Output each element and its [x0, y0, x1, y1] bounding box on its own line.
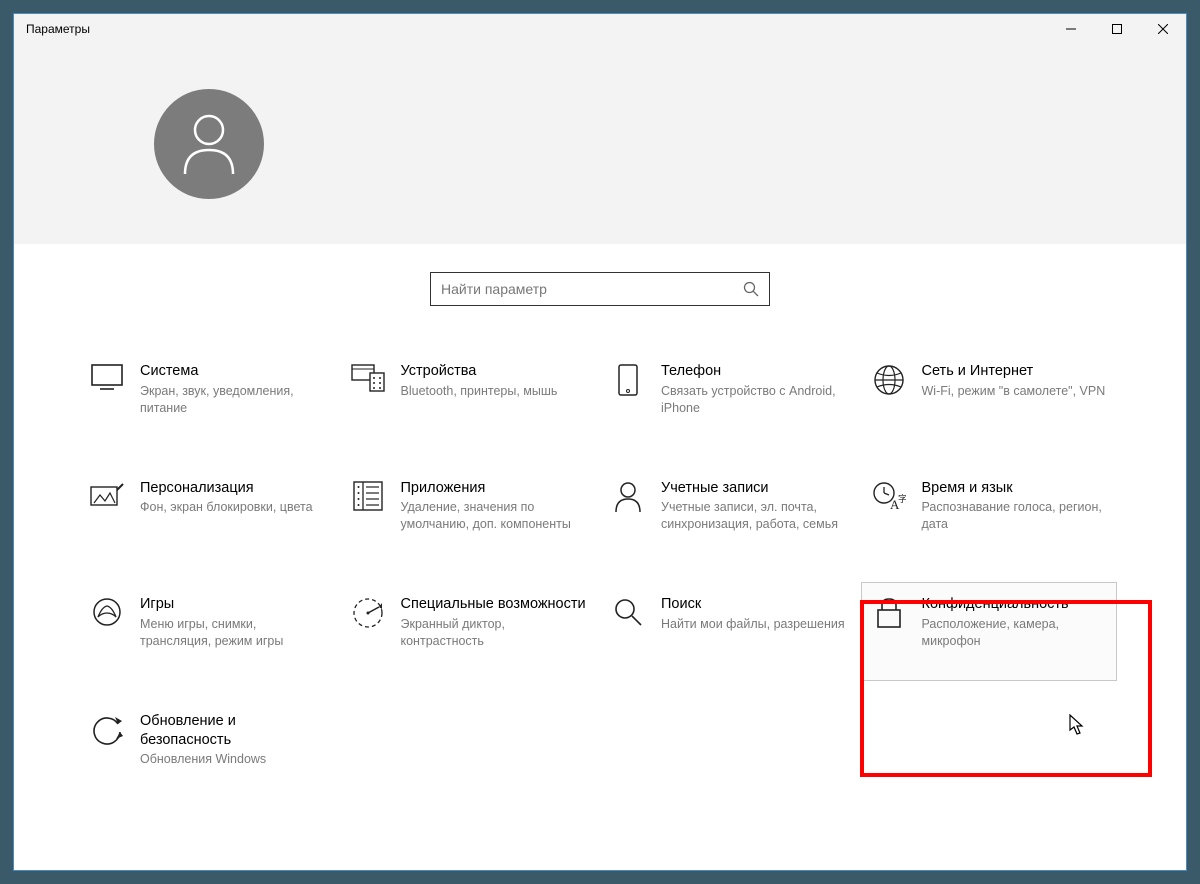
tile-accessibility[interactable]: Специальные возможности Экранный диктор,… [345, 589, 596, 656]
settings-window: Параметры [13, 13, 1187, 871]
update-icon [90, 712, 124, 746]
tile-title: Устройства [401, 362, 590, 381]
user-icon [179, 112, 239, 176]
tile-desc: Расположение, камера, микрофон [922, 616, 1111, 650]
tile-privacy[interactable]: Конфиденциальность Расположение, камера,… [861, 582, 1118, 681]
tile-accounts[interactable]: Учетные записи Учетные записи, эл. почта… [605, 473, 856, 540]
tile-title: Конфиденциальность [922, 595, 1111, 614]
tile-title: Обновление и безопасность [140, 712, 329, 750]
content: Система Экран, звук, уведомления, питани… [14, 316, 1186, 870]
accounts-icon [611, 479, 645, 513]
tile-title: Поиск [661, 595, 850, 614]
tile-title: Система [140, 362, 329, 381]
tile-desc: Обновления Windows [140, 751, 329, 768]
avatar[interactable] [154, 89, 264, 199]
header-area [14, 44, 1186, 244]
tile-desc: Распознавание голоса, регион, дата [922, 499, 1111, 533]
tile-title: Сеть и Интернет [922, 362, 1111, 381]
search-icon [743, 281, 759, 297]
search-row [14, 244, 1186, 316]
tile-time-language[interactable]: A 字 Время и язык Распознавание голоса, р… [866, 473, 1117, 540]
titlebar: Параметры [14, 14, 1186, 44]
search-box[interactable] [430, 272, 770, 306]
tile-search[interactable]: Поиск Найти мои файлы, разрешения [605, 589, 856, 656]
network-icon [872, 362, 906, 396]
time-language-icon: A 字 [872, 479, 906, 513]
tile-desc: Связать устройство с Android, iPhone [661, 383, 850, 417]
privacy-icon [872, 595, 906, 629]
phone-icon [611, 362, 645, 396]
tile-title: Приложения [401, 479, 590, 498]
maximize-button[interactable] [1094, 14, 1140, 44]
tile-desc: Экран, звук, уведомления, питание [140, 383, 329, 417]
search-tile-icon [611, 595, 645, 629]
close-button[interactable] [1140, 14, 1186, 44]
tile-phone[interactable]: Телефон Связать устройство с Android, iP… [605, 356, 856, 423]
tile-gaming[interactable]: Игры Меню игры, снимки, трансляция, режи… [84, 589, 335, 656]
window-controls [1048, 14, 1186, 44]
tile-title: Игры [140, 595, 329, 614]
tile-title: Учетные записи [661, 479, 850, 498]
personalization-icon [90, 479, 124, 513]
tile-network[interactable]: Сеть и Интернет Wi-Fi, режим "в самолете… [866, 356, 1117, 423]
tile-desc: Найти мои файлы, разрешения [661, 616, 850, 633]
tile-title: Специальные возможности [401, 595, 590, 614]
tile-desc: Учетные записи, эл. почта, синхронизация… [661, 499, 850, 533]
tile-desc: Экранный диктор, контрастность [401, 616, 590, 650]
tile-title: Время и язык [922, 479, 1111, 498]
tile-title: Персонализация [140, 479, 329, 498]
window-title: Параметры [14, 22, 1048, 36]
tile-devices[interactable]: Устройства Bluetooth, принтеры, мышь [345, 356, 596, 423]
tile-update[interactable]: Обновление и безопасность Обновления Win… [84, 706, 335, 775]
tile-desc: Wi-Fi, режим "в самолете", VPN [922, 383, 1111, 400]
svg-text:字: 字 [898, 493, 906, 504]
tile-desc: Меню игры, снимки, трансляция, режим игр… [140, 616, 329, 650]
tile-system[interactable]: Система Экран, звук, уведомления, питани… [84, 356, 335, 423]
tile-title: Телефон [661, 362, 850, 381]
apps-icon [351, 479, 385, 513]
minimize-button[interactable] [1048, 14, 1094, 44]
tile-desc: Фон, экран блокировки, цвета [140, 499, 329, 516]
tile-desc: Удаление, значения по умолчанию, доп. ко… [401, 499, 590, 533]
settings-grid: Система Экран, звук, уведомления, питани… [84, 356, 1116, 774]
search-input[interactable] [441, 281, 743, 297]
gaming-icon [90, 595, 124, 629]
accessibility-icon [351, 595, 385, 629]
devices-icon [351, 362, 385, 396]
tile-desc: Bluetooth, принтеры, мышь [401, 383, 590, 400]
tile-apps[interactable]: Приложения Удаление, значения по умолчан… [345, 473, 596, 540]
system-icon [90, 362, 124, 396]
tile-personalization[interactable]: Персонализация Фон, экран блокировки, цв… [84, 473, 335, 540]
